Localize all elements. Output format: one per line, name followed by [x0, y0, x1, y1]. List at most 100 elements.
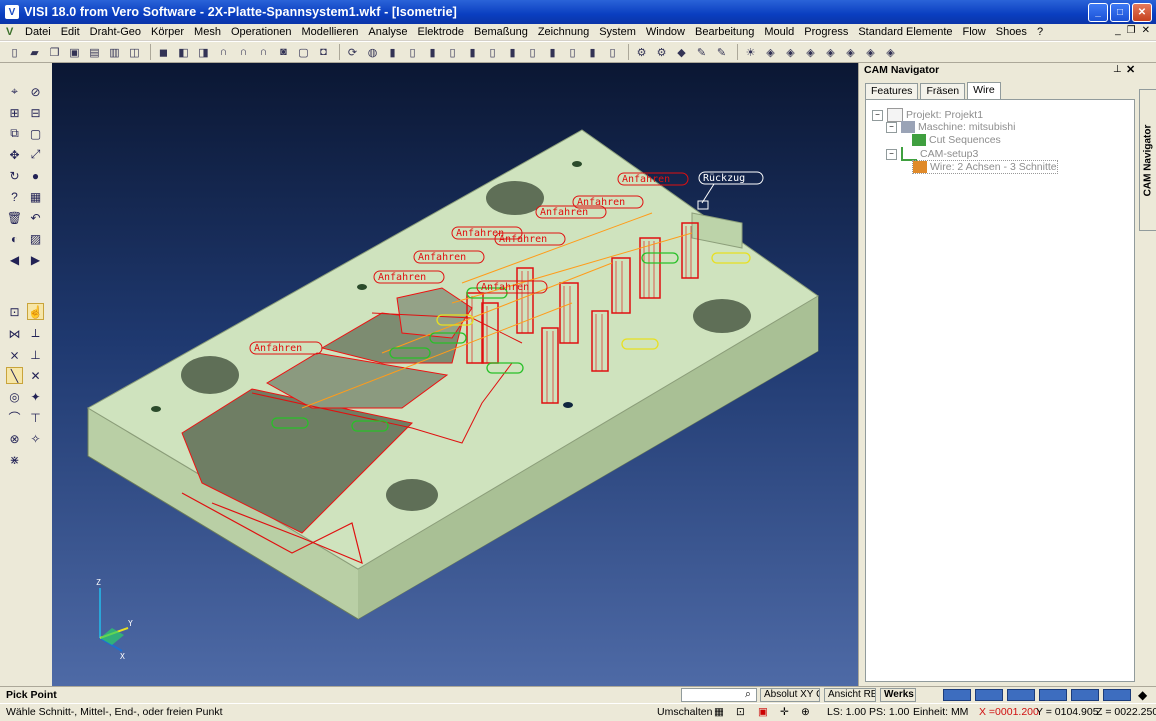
print-icon[interactable]: ▥	[106, 44, 123, 60]
menu-elektrode[interactable]: Elektrode	[413, 26, 469, 38]
menu-flow[interactable]: Flow	[958, 26, 991, 38]
snap-point-icon[interactable]: ✦	[27, 388, 44, 405]
polar-toggle-icon[interactable]: ⊕	[801, 706, 810, 718]
umschalten-button[interactable]: Umschalten	[657, 706, 712, 718]
arrow-left-icon[interactable]: ◀	[6, 251, 23, 268]
cylinder-icon[interactable]: ◍	[364, 44, 381, 60]
solid-box-icon[interactable]: ◼	[155, 44, 172, 60]
menu-shoes[interactable]: Shoes	[991, 26, 1032, 38]
snap-free-icon[interactable]: ✧	[27, 430, 44, 447]
layer-slot-2[interactable]	[975, 689, 1003, 701]
snap-perp-icon[interactable]: ⊥	[27, 346, 44, 363]
close-button[interactable]: ✕	[1132, 3, 1152, 22]
menu-operationen[interactable]: Operationen	[226, 26, 297, 38]
rotate-view-icon[interactable]: ↻	[6, 167, 23, 184]
snap-grid-icon[interactable]: ⊡	[6, 303, 23, 320]
wire-view-icon[interactable]: ◨	[195, 44, 212, 60]
mdi-restore-button[interactable]: ❐	[1127, 25, 1136, 36]
delete-icon[interactable]: 🗑	[6, 209, 23, 226]
maximize-button[interactable]: □	[1110, 3, 1130, 22]
deselect-icon[interactable]: ⊘	[27, 83, 44, 100]
export-icon[interactable]: ◫	[126, 44, 143, 60]
scale-icon[interactable]: ⤢	[27, 146, 44, 163]
wand-icon[interactable]: ✎	[693, 44, 710, 60]
collapse-toggle-icon[interactable]: −	[886, 121, 897, 133]
open-file-icon[interactable]: ▰	[26, 44, 43, 60]
snap-end-icon[interactable]: ⟂	[27, 325, 44, 342]
arch-alt-icon[interactable]: ∩	[235, 44, 252, 60]
box-icon[interactable]: ▢	[27, 125, 44, 142]
frame-icon[interactable]: ▢	[295, 44, 312, 60]
cube-view-2-icon[interactable]: ◈	[782, 44, 799, 60]
cylinder-6-icon[interactable]: ▮	[464, 44, 481, 60]
werks-button[interactable]: Werks	[880, 688, 916, 702]
light-icon[interactable]: ☀	[742, 44, 759, 60]
grid-toggle-icon[interactable]: ▦	[714, 706, 724, 718]
save-icon[interactable]: ▣	[66, 44, 83, 60]
absolut-xy-button[interactable]: Absolut XY Obj	[760, 688, 820, 702]
arch-icon[interactable]: ∩	[215, 44, 232, 60]
undo-icon[interactable]: ↶	[27, 209, 44, 226]
menu-help[interactable]: ?	[1032, 26, 1048, 38]
menu-bearbeitung[interactable]: Bearbeitung	[690, 26, 759, 38]
shell-icon[interactable]: ◘	[315, 44, 332, 60]
cylinder-4-icon[interactable]: ▮	[424, 44, 441, 60]
copy-icon[interactable]: ❐	[46, 44, 63, 60]
highlight-icon[interactable]: ◆	[673, 44, 690, 60]
filter-icon[interactable]: ⊞	[6, 104, 23, 121]
cylinder-10-icon[interactable]: ▮	[544, 44, 561, 60]
snap-quad-icon[interactable]: ⊤	[27, 409, 44, 426]
hollow-icon[interactable]: ◙	[275, 44, 292, 60]
pin-icon[interactable]: ⊥	[1113, 64, 1122, 75]
rotate-icon[interactable]: ⟳	[344, 44, 361, 60]
snap-cross-icon[interactable]: ✕	[27, 367, 44, 384]
cylinder-11-icon[interactable]: ▯	[564, 44, 581, 60]
menu-system[interactable]: System	[594, 26, 641, 38]
cylinder-5-icon[interactable]: ▯	[444, 44, 461, 60]
snap-cursor-icon[interactable]: ☝	[27, 303, 44, 320]
visi-logo-icon[interactable]: V	[6, 26, 20, 38]
mdi-minimize-button[interactable]: _	[1115, 25, 1121, 36]
collapse-toggle-icon[interactable]: −	[886, 148, 897, 160]
visi-status-icon[interactable]: ◆	[1138, 688, 1147, 702]
cylinder-7-icon[interactable]: ▯	[484, 44, 501, 60]
tree-item-maschine[interactable]: − Maschine: mitsubishi	[886, 121, 1015, 133]
snap-intersect-icon[interactable]: ⨯	[6, 346, 23, 363]
tab-fraesen[interactable]: Fräsen	[920, 83, 966, 100]
group-icon[interactable]: ⧉	[6, 125, 23, 142]
snap-toggle-icon[interactable]: ▣	[758, 706, 768, 718]
ansicht-rel-button[interactable]: Ansicht REL	[824, 688, 876, 702]
snap-off-icon[interactable]: ⊗	[6, 430, 23, 447]
layer-icon[interactable]: ▦	[27, 188, 44, 205]
minimize-button[interactable]: _	[1088, 3, 1108, 22]
tab-features[interactable]: Features	[865, 83, 919, 100]
cube-view-7-icon[interactable]: ◈	[882, 44, 899, 60]
menu-edit[interactable]: Edit	[56, 26, 85, 38]
3d-viewport[interactable]: Anfahren Anfahren Anfahren Anfahren Anfa…	[52, 63, 858, 686]
snap-more-icon[interactable]: ⋇	[6, 451, 23, 468]
move-icon[interactable]: ✥	[6, 146, 23, 163]
wand-2-icon[interactable]: ✎	[713, 44, 730, 60]
snap-mid-icon[interactable]: ⋈	[6, 325, 23, 342]
new-file-icon[interactable]: ▯	[6, 44, 23, 60]
gear-2-icon[interactable]: ⚙	[653, 44, 670, 60]
snap-center-icon[interactable]: ◎	[6, 388, 23, 405]
cam-navigator-side-tab[interactable]: CAM Navigator	[1139, 89, 1156, 231]
menu-standard-elemente[interactable]: Standard Elemente	[853, 26, 957, 38]
layer-slot-6[interactable]	[1103, 689, 1131, 701]
tree-item-projekt[interactable]: − Projekt: Projekt1	[872, 108, 983, 122]
filter-2-icon[interactable]: ⊟	[27, 104, 44, 121]
menu-mould[interactable]: Mould	[759, 26, 799, 38]
cursor-toggle-icon[interactable]: ✛	[780, 706, 789, 718]
cube-view-3-icon[interactable]: ◈	[802, 44, 819, 60]
solid-shade-icon[interactable]: ◧	[175, 44, 192, 60]
cylinder-13-icon[interactable]: ▯	[604, 44, 621, 60]
cylinder-8-icon[interactable]: ▮	[504, 44, 521, 60]
select-icon[interactable]: ⌖	[6, 83, 23, 100]
menu-progress[interactable]: Progress	[799, 26, 853, 38]
gear-icon[interactable]: ⚙	[633, 44, 650, 60]
menu-mesh[interactable]: Mesh	[189, 26, 226, 38]
menu-window[interactable]: Window	[641, 26, 690, 38]
cylinder-2-icon[interactable]: ▮	[384, 44, 401, 60]
collapse-toggle-icon[interactable]: −	[872, 109, 883, 121]
